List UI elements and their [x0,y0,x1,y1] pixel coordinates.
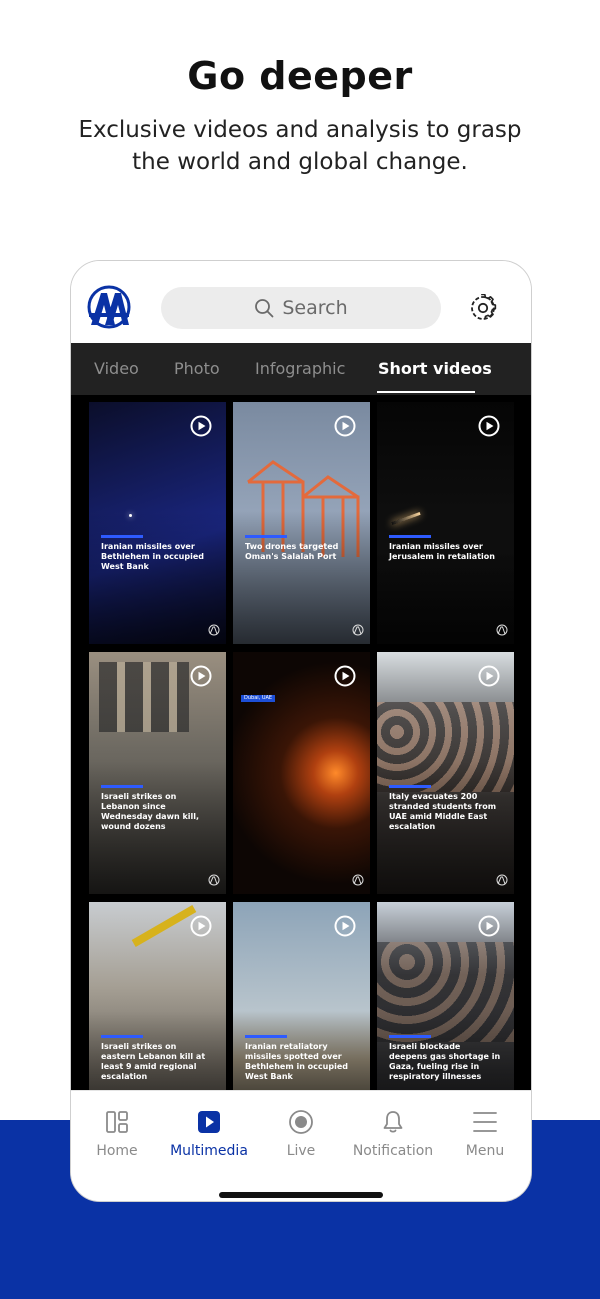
play-icon[interactable] [334,665,356,687]
video-caption: Israeli strikes on Lebanon since Wednesd… [101,792,200,831]
video-caption: Iranian missiles over Jerusalem in retal… [389,542,495,561]
nav-home[interactable]: Home [71,1109,163,1159]
aa-watermark-icon [208,624,220,636]
tab-photo[interactable]: Photo [174,359,220,378]
active-tab-indicator [377,391,475,393]
play-icon[interactable] [478,415,500,437]
video-caption: Iranian retaliatory missiles spotted ove… [245,1042,348,1081]
multimedia-tabs: Video Photo Infographic Short videos [71,343,531,396]
nav-notification[interactable]: Notification [347,1109,439,1159]
play-icon[interactable] [478,665,500,687]
tab-video[interactable]: Video [94,359,139,378]
video-card[interactable]: Iranian missiles over Jerusalem in retal… [377,402,514,644]
aa-watermark-icon [496,874,508,886]
video-caption: Two drones targeted Oman's Salalah Port [245,542,339,561]
play-icon[interactable] [478,915,500,937]
aa-watermark-icon [352,874,364,886]
video-caption: Israeli blockade deepens gas shortage in… [389,1042,501,1081]
nav-home-label: Home [96,1143,138,1159]
play-icon[interactable] [190,415,212,437]
video-card[interactable]: Israeli blockade deepens gas shortage in… [377,902,514,1090]
video-caption: Iranian missiles over Bethlehem in occup… [101,542,204,571]
bell-icon [383,1111,403,1133]
short-videos-grid: Iranian missiles over Bethlehem in occup… [71,395,531,1090]
location-tag: Dubai, UAE [241,695,276,702]
excavator-arm [131,905,197,947]
aa-watermark-icon [496,624,508,636]
video-caption: Italy evacuates 200 stranded students fr… [389,792,497,831]
tab-infographic[interactable]: Infographic [255,359,345,378]
home-indicator[interactable] [219,1192,383,1198]
search-input[interactable]: Search [161,287,441,329]
search-icon [255,299,274,318]
aa-watermark-icon [352,624,364,636]
video-card[interactable]: Dubai, UAE [233,652,370,894]
play-icon[interactable] [190,665,212,687]
live-record-icon [289,1110,313,1134]
aa-watermark-icon [208,874,220,886]
video-card[interactable]: Two drones targeted Oman's Salalah Port [233,402,370,644]
nav-live-label: Live [286,1143,316,1159]
promo-headline: Go deeper [187,54,413,98]
nav-live[interactable]: Live [255,1109,347,1159]
app-header: Search [71,261,531,343]
video-card[interactable]: Israeli strikes on eastern Lebanon kill … [89,902,226,1090]
tab-short-videos[interactable]: Short videos [378,359,492,378]
play-square-icon [198,1111,220,1133]
play-icon[interactable] [334,915,356,937]
search-placeholder: Search [282,297,348,319]
bottom-navigation: Home Multimedia Live Notification Menu [71,1090,531,1201]
aa-logo-icon[interactable] [85,285,133,329]
nav-menu-label: Menu [465,1143,505,1159]
video-card[interactable]: Italy evacuates 200 stranded students fr… [377,652,514,894]
video-card[interactable]: Iranian retaliatory missiles spotted ove… [233,902,370,1090]
video-card[interactable]: Iranian missiles over Bethlehem in occup… [89,402,226,644]
nav-menu[interactable]: Menu [439,1109,531,1159]
phone-mockup: Search Video Photo Infographic Short vid… [70,260,532,1202]
nav-notification-label: Notification [352,1143,434,1159]
play-icon[interactable] [334,415,356,437]
nav-multimedia-label: Multimedia [170,1143,248,1159]
video-card[interactable]: Israeli strikes on Lebanon since Wednesd… [89,652,226,894]
gear-icon[interactable] [469,294,497,322]
play-icon[interactable] [190,915,212,937]
video-caption: Israeli strikes on eastern Lebanon kill … [101,1042,206,1081]
home-grid-icon [106,1111,128,1133]
nav-multimedia[interactable]: Multimedia [163,1109,255,1159]
promo-subline: Exclusive videos and analysis to grasp t… [78,117,522,175]
hamburger-icon [473,1112,497,1132]
building-windows [99,662,189,732]
